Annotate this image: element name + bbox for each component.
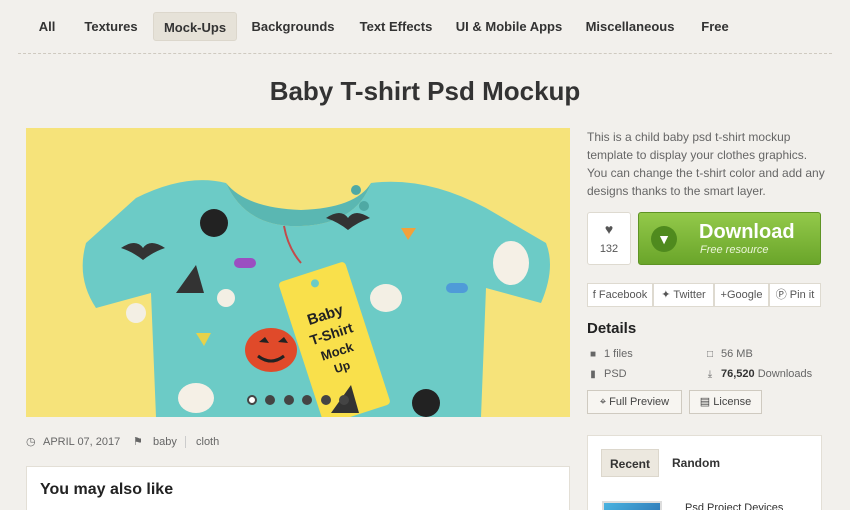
- full-preview-button[interactable]: ⌖ Full Preview: [587, 390, 682, 414]
- slider-dot[interactable]: [246, 395, 257, 405]
- resize-icon: □: [706, 349, 714, 360]
- like-count: 132: [599, 243, 619, 255]
- preview-image[interactable]: Baby T-Shirt Mock Up: [26, 128, 570, 417]
- download-label: Download: [699, 221, 795, 243]
- recent-random-panel: Recent Random Psd Project Devices: [587, 435, 822, 510]
- share-pinterest-label: Pin it: [789, 289, 815, 301]
- recent-item-thumbnail[interactable]: [602, 501, 662, 510]
- share-pinterest-button[interactable]: Ⓟ Pin it: [769, 283, 821, 307]
- post-date: APRIL 07, 2017: [43, 436, 121, 448]
- related-title: You may also like: [40, 481, 174, 498]
- detail-downloads-label: Downloads: [757, 368, 813, 380]
- download-arrow-icon: ▼: [651, 226, 677, 252]
- tshirt-illustration: Baby T-Shirt Mock Up: [82, 180, 551, 417]
- share-google-button[interactable]: +Google: [714, 283, 769, 307]
- facebook-icon: f: [592, 289, 596, 301]
- detail-format: ▮ PSD: [587, 367, 627, 381]
- nav-item-ui-mobile-apps[interactable]: UI & Mobile Apps: [452, 12, 566, 41]
- folder-icon: ■: [589, 349, 597, 360]
- pinterest-icon: Ⓟ: [775, 289, 787, 301]
- slider-dot[interactable]: [302, 395, 313, 405]
- detail-downloads: ⤓ 76,520 Downloads: [704, 367, 812, 381]
- twitter-icon: ✦: [661, 289, 671, 301]
- license-button[interactable]: ▤ License: [689, 390, 762, 414]
- detail-files: ■ 1 files: [587, 347, 633, 361]
- share-twitter-label: Twitter: [673, 289, 706, 301]
- license-label: License: [713, 396, 752, 408]
- full-preview-label: Full Preview: [609, 396, 670, 408]
- related-section: You may also like: [26, 466, 570, 510]
- tag-link-baby[interactable]: baby: [153, 434, 177, 450]
- share-facebook-label: Facebook: [598, 289, 648, 301]
- detail-downloads-count: 76,520: [721, 368, 755, 380]
- recent-item-title[interactable]: Psd Project Devices: [685, 502, 783, 510]
- clock-icon: ◷: [26, 436, 36, 448]
- tag-separator: [185, 436, 186, 448]
- detail-files-value: 1 files: [604, 348, 633, 360]
- slider-dots: [26, 392, 570, 410]
- details-title: Details: [587, 320, 637, 337]
- file-icon: ▮: [590, 369, 596, 380]
- expand-icon: ⌖: [599, 396, 607, 408]
- like-button[interactable]: ♥ 132: [587, 212, 631, 265]
- tab-random[interactable]: Random: [666, 449, 726, 477]
- share-facebook-button[interactable]: f Facebook: [587, 283, 653, 307]
- slider-dot[interactable]: [265, 395, 276, 405]
- download-button[interactable]: ▼ Download Free resource: [638, 212, 821, 265]
- nav-item-mock-ups[interactable]: Mock-Ups: [153, 12, 237, 41]
- tag-icon: ⚑: [133, 436, 143, 448]
- description: This is a child baby psd t-shirt mockup …: [587, 130, 825, 198]
- nav-item-backgrounds[interactable]: Backgrounds: [246, 12, 340, 41]
- nav-item-free[interactable]: Free: [694, 12, 736, 41]
- download-sublabel: Free resource: [700, 244, 769, 256]
- heart-icon: ♥: [604, 221, 614, 237]
- share-google-label: +Google: [720, 289, 763, 301]
- slider-dot[interactable]: [339, 395, 350, 405]
- detail-size-value: 56 MB: [721, 348, 753, 360]
- document-icon: ▤: [699, 396, 711, 408]
- tab-recent[interactable]: Recent: [601, 449, 659, 477]
- nav-item-textures[interactable]: Textures: [78, 12, 144, 41]
- detail-size: □ 56 MB: [704, 347, 753, 361]
- share-twitter-button[interactable]: ✦ Twitter: [653, 283, 714, 307]
- page-title: Baby T-shirt Psd Mockup: [269, 76, 581, 106]
- nav-divider: [18, 53, 832, 54]
- slider-dot[interactable]: [283, 395, 294, 405]
- detail-format-value: PSD: [604, 368, 627, 380]
- download-icon: ⤓: [707, 369, 713, 380]
- nav-item-text-effects[interactable]: Text Effects: [354, 12, 438, 41]
- tag-link-cloth[interactable]: cloth: [196, 434, 219, 450]
- category-nav: All Textures Mock-Ups Backgrounds Text E…: [0, 0, 850, 54]
- nav-item-all[interactable]: All: [30, 12, 64, 41]
- nav-item-miscellaneous[interactable]: Miscellaneous: [581, 12, 679, 41]
- slider-dot[interactable]: [320, 395, 331, 405]
